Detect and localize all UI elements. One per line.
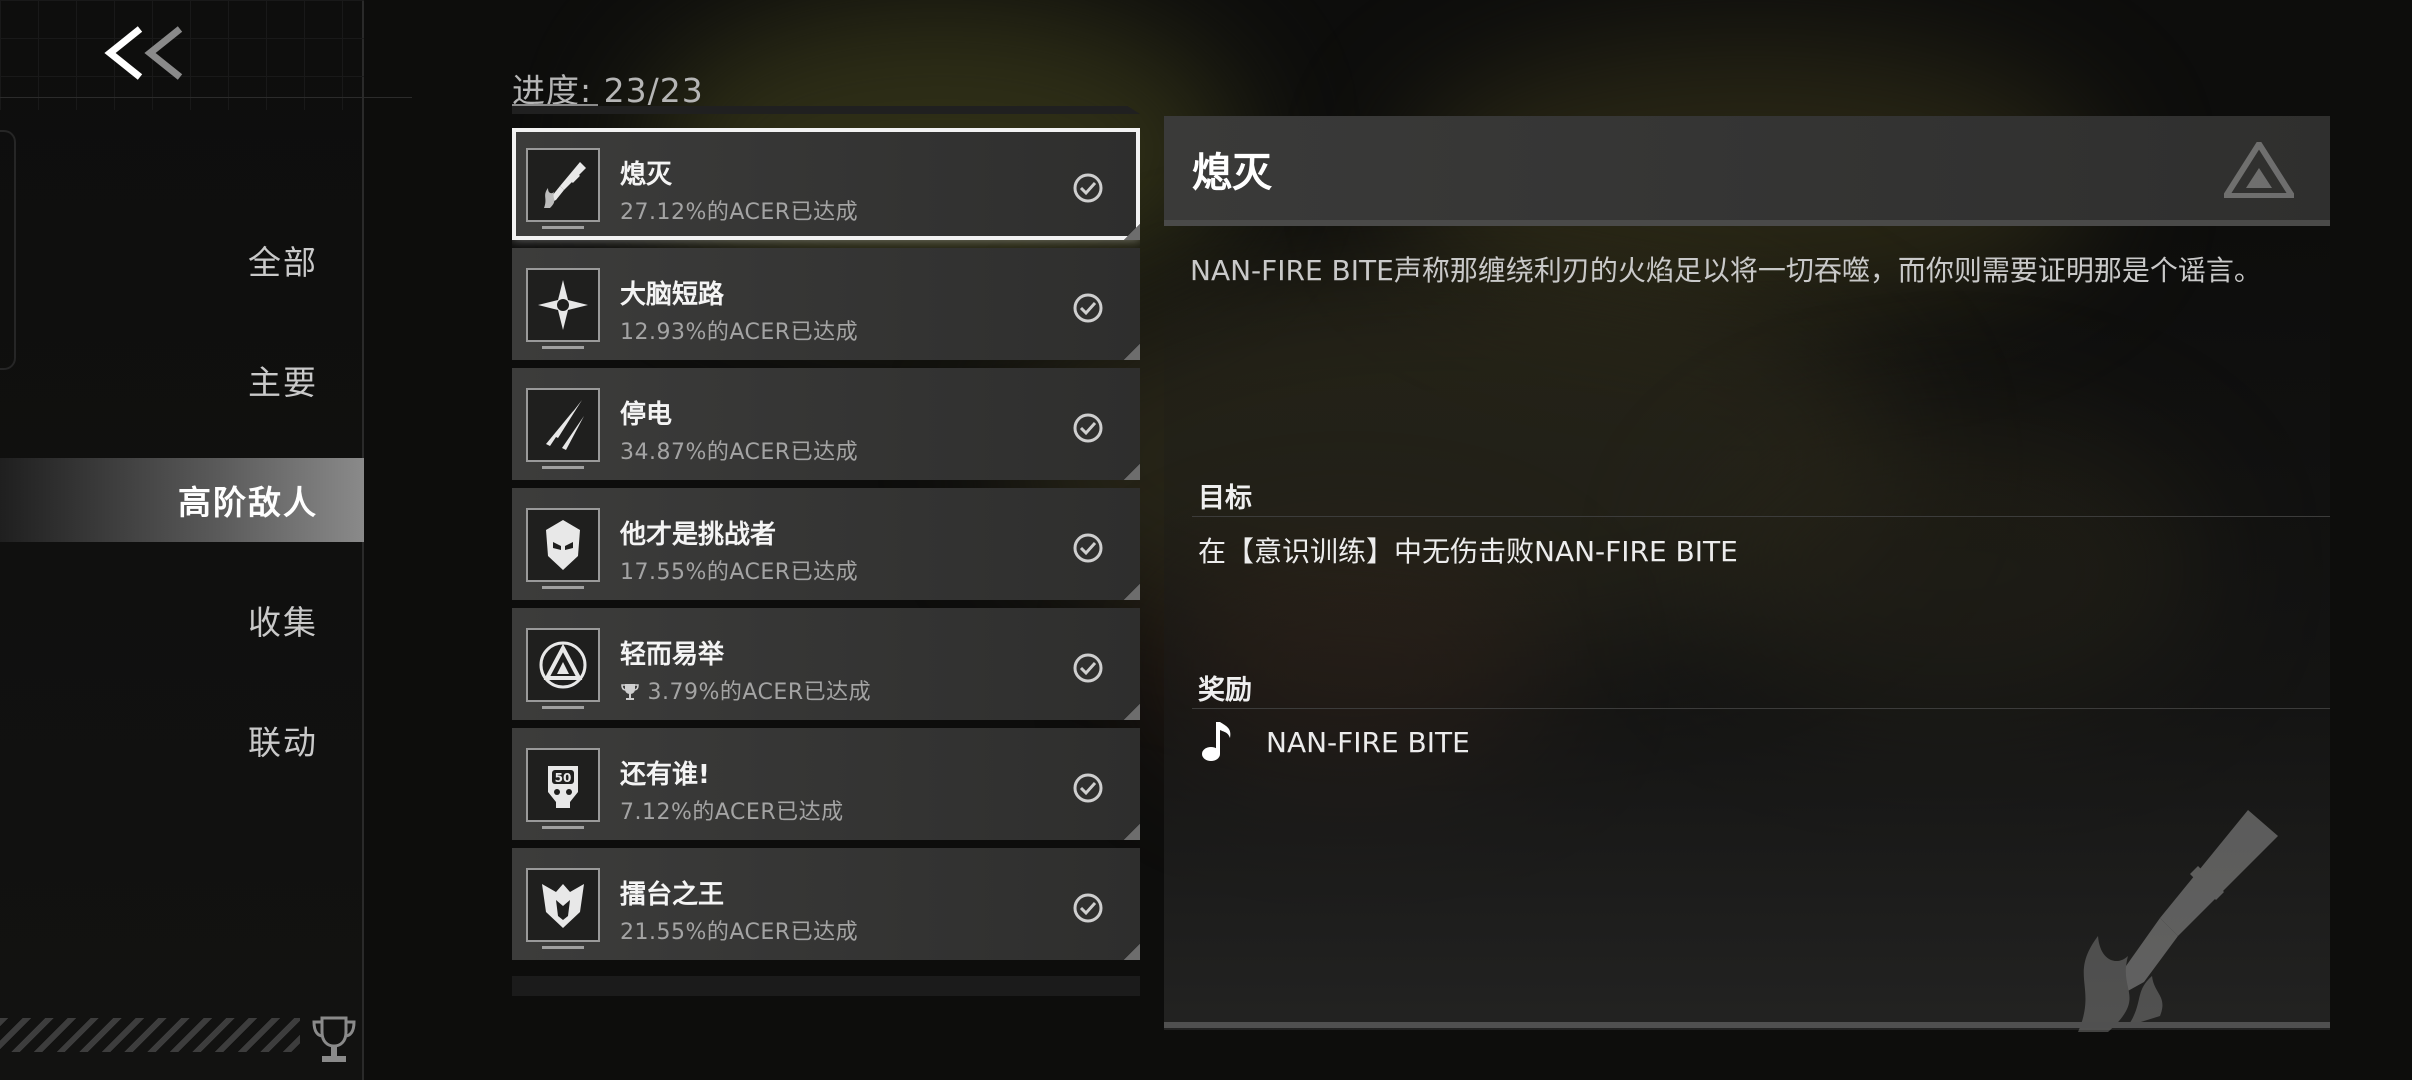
badge-frame [526, 628, 600, 702]
check-circle-icon [1073, 413, 1103, 443]
achievement-rate: 27.12%的ACER已达成 [620, 200, 859, 225]
blade-icon [544, 162, 586, 208]
badge-base [542, 706, 584, 709]
progress-underline [512, 104, 598, 106]
badge-base [542, 226, 584, 229]
category-sidebar: 全部 主要 高阶敌人 收集 联动 [0, 0, 412, 1080]
badge-frame [526, 388, 600, 462]
helmet-icon [546, 520, 580, 570]
blade-watermark-icon [2078, 810, 2278, 1032]
check-circle-icon [1073, 293, 1103, 323]
badge-base [542, 466, 584, 469]
achievement-title: 大脑短路 [620, 280, 725, 310]
achievement-title: 停电 [620, 400, 673, 430]
list-scroll-fade [512, 976, 1140, 996]
nav-item-label: 高阶敌人 [178, 483, 318, 522]
badge-frame [526, 508, 600, 582]
achievement-title: 熄灭 [620, 160, 673, 190]
achievement-card[interactable]: 50 还有谁! 7.12%的ACER已达成 [512, 728, 1140, 840]
list-top-rail [512, 106, 1140, 114]
badge-frame [526, 268, 600, 342]
check-circle-icon [1073, 173, 1103, 203]
nav-item-elite-enemies[interactable]: 高阶敌人 [0, 458, 364, 542]
nav-item-label: 联动 [248, 723, 318, 762]
nav-item-main[interactable]: 主要 [0, 338, 364, 422]
detail-title: 熄灭 [1192, 150, 1272, 196]
achievement-title: 他才是挑战者 [620, 520, 777, 550]
music-note-icon [1202, 722, 1231, 761]
achievement-card[interactable]: 轻而易举 3.79%的ACER已达成 [512, 608, 1140, 720]
badge-frame [526, 868, 600, 942]
trophy-icon [621, 684, 639, 700]
nav-item-label: 主要 [248, 363, 318, 402]
goal-text: 在【意识训练】中无伤击败NAN-FIRE BITE [1198, 535, 1738, 568]
check-circle-icon [1073, 893, 1103, 923]
achievement-list[interactable]: 熄灭 27.12%的ACER已达成 大脑短路 12.93%的ACER已达成 停电… [512, 128, 1140, 978]
achievement-rate: 12.93%的ACER已达成 [620, 320, 859, 345]
star-icon [538, 280, 588, 330]
badge-base [542, 346, 584, 349]
achievement-rate: 3.79%的ACER已达成 [647, 680, 872, 705]
achievement-card[interactable]: 熄灭 27.12%的ACER已达成 [512, 128, 1140, 240]
check-circle-icon [1073, 773, 1103, 803]
achievement-rate-row: 3.79%的ACER已达成 [620, 674, 871, 706]
achievement-title: 擂台之王 [620, 880, 725, 910]
nav-item-label: 收集 [248, 603, 318, 642]
nav-item-all[interactable]: 全部 [0, 218, 364, 302]
back-button[interactable] [98, 18, 198, 88]
badge-base [542, 826, 584, 829]
detail-description: NAN-FIRE BITE声称那缠绕利刃的火焰足以将一切吞噬，而你则需要证明那是… [1190, 254, 2262, 287]
trophy-icon [312, 1016, 356, 1062]
double-chevron-left-icon [104, 26, 183, 80]
claw-icon [546, 400, 584, 450]
achievement-rate: 34.87%的ACER已达成 [620, 440, 859, 465]
badge-base [542, 946, 584, 949]
detail-header: 熄灭 [1164, 116, 2330, 226]
nav-item-label: 全部 [248, 243, 318, 282]
crest-icon [542, 884, 584, 928]
badge-frame [526, 148, 600, 222]
acer-logo-icon [2224, 142, 2294, 198]
achievement-rate: 7.12%的ACER已达成 [620, 800, 844, 825]
achievement-detail-panel: 熄灭 NAN-FIRE BITE声称那缠绕利刃的火焰足以将一切吞噬，而你则需要证… [1164, 116, 2330, 1032]
achievement-card[interactable]: 大脑短路 12.93%的ACER已达成 [512, 248, 1140, 360]
sidebar-divider [0, 97, 412, 98]
achievement-card[interactable]: 停电 34.87%的ACER已达成 [512, 368, 1140, 480]
detail-bottom-line [1164, 1022, 2330, 1028]
nav-item-collab[interactable]: 联动 [0, 698, 364, 782]
goal-divider [1192, 516, 2330, 517]
achievement-rate: 17.55%的ACER已达成 [620, 560, 859, 585]
badge-frame: 50 [526, 748, 600, 822]
achievement-title: 轻而易举 [620, 640, 725, 670]
badge-base [542, 586, 584, 589]
reward-label: 奖励 [1198, 675, 1252, 706]
check-circle-icon [1073, 533, 1103, 563]
triangle-logo-icon [539, 641, 587, 689]
svg-text:50: 50 [555, 771, 572, 785]
reward-text: NAN-FIRE BITE [1266, 725, 1470, 759]
achievement-card[interactable]: 他才是挑战者 17.55%的ACER已达成 [512, 488, 1140, 600]
skull-50-icon: 50 [548, 766, 578, 808]
nav-item-collection[interactable]: 收集 [0, 578, 364, 662]
achievement-rate: 21.55%的ACER已达成 [620, 920, 859, 945]
reward-item: NAN-FIRE BITE [1200, 720, 1470, 764]
hatch-decoration [0, 1018, 300, 1052]
progress-value: 23/23 [603, 71, 704, 110]
achievement-title: 还有谁! [620, 760, 710, 790]
achievement-card[interactable]: 擂台之王 21.55%的ACER已达成 [512, 848, 1140, 960]
goal-label: 目标 [1198, 483, 1252, 514]
reward-divider [1192, 708, 2330, 709]
check-circle-icon [1073, 653, 1103, 683]
